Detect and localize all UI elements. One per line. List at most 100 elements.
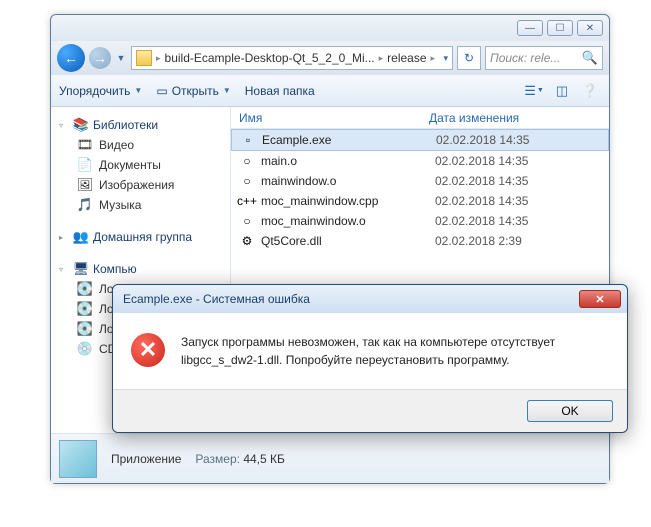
details-pane: Приложение Размер: 44,5 КБ bbox=[51, 433, 609, 483]
file-icon: ○ bbox=[239, 213, 255, 229]
collapse-icon: ▿ bbox=[59, 121, 69, 130]
dialog-title: Ecample.exe - Системная ошибка bbox=[123, 292, 310, 306]
file-name: main.o bbox=[261, 154, 429, 168]
minimize-button[interactable]: — bbox=[517, 20, 543, 36]
file-row[interactable]: ⚙ Qt5Core.dll 02.02.2018 2:39 bbox=[231, 231, 609, 251]
error-icon: ✕ bbox=[131, 333, 165, 367]
breadcrumb-dropdown[interactable]: ▾ bbox=[443, 53, 448, 64]
homegroup-icon: 👥 bbox=[73, 229, 89, 245]
drive-icon: 💽 bbox=[77, 301, 93, 317]
search-icon: 🔍 bbox=[582, 50, 598, 66]
dialog-body: ✕ Запуск программы невозможен, так как н… bbox=[113, 313, 627, 389]
file-row[interactable]: c++ moc_mainwindow.cpp 02.02.2018 14:35 bbox=[231, 191, 609, 211]
file-date: 02.02.2018 2:39 bbox=[435, 234, 522, 248]
column-date[interactable]: Дата изменения bbox=[429, 111, 601, 125]
window-titlebar: — ☐ ✕ bbox=[51, 15, 609, 41]
breadcrumb[interactable]: ▸ build-Ecample-Desktop-Qt_5_2_0_Mi... ▸… bbox=[131, 46, 453, 70]
expand-icon: ▸ bbox=[59, 233, 69, 242]
file-name: moc_mainwindow.o bbox=[261, 214, 429, 228]
refresh-button[interactable]: ↻ bbox=[457, 46, 481, 70]
chevron-right-icon: ▸ bbox=[156, 53, 161, 64]
file-name: mainwindow.o bbox=[261, 174, 429, 188]
sidebar-libraries[interactable]: ▿ 📚 Библиотеки bbox=[55, 115, 226, 135]
breadcrumb-segment[interactable]: build-Ecample-Desktop-Qt_5_2_0_Mi... bbox=[165, 51, 375, 65]
organize-label: Упорядочить bbox=[59, 84, 130, 98]
file-icon: ⚙ bbox=[239, 233, 255, 249]
status-size: Размер: 44,5 КБ bbox=[195, 452, 284, 466]
folder-icon bbox=[136, 50, 152, 66]
file-date: 02.02.2018 14:35 bbox=[435, 194, 528, 208]
status-size-label: Размер: bbox=[195, 452, 240, 466]
nav-forward-button[interactable]: → bbox=[89, 47, 111, 69]
chevron-down-icon: ▼ bbox=[134, 86, 142, 95]
collapse-icon: ▿ bbox=[59, 265, 69, 274]
open-icon: ▭ bbox=[156, 84, 167, 98]
error-dialog: Ecample.exe - Системная ошибка ✕ ✕ Запус… bbox=[112, 284, 628, 433]
file-name: moc_mainwindow.cpp bbox=[261, 194, 429, 208]
sidebar-label: Компью bbox=[93, 262, 137, 276]
computer-icon: 🖥 bbox=[73, 261, 89, 277]
column-headers: Имя Дата изменения bbox=[231, 107, 609, 129]
file-icon: ○ bbox=[239, 153, 255, 169]
libraries-icon: 📚 bbox=[73, 117, 89, 133]
sidebar-label: Домашняя группа bbox=[93, 230, 192, 244]
sidebar-item-pictures[interactable]: 🖼Изображения bbox=[55, 175, 226, 195]
dialog-message: Запуск программы невозможен, так как на … bbox=[181, 333, 609, 369]
file-date: 02.02.2018 14:35 bbox=[435, 214, 528, 228]
sidebar-item-music[interactable]: 🎵 Музыка bbox=[55, 195, 226, 215]
video-icon: 🎞 bbox=[77, 137, 93, 153]
address-bar: ← → ▼ ▸ build-Ecample-Desktop-Qt_5_2_0_M… bbox=[51, 41, 609, 75]
open-button[interactable]: ▭ Открыть ▼ bbox=[156, 84, 230, 98]
dialog-close-button[interactable]: ✕ bbox=[579, 290, 621, 308]
file-icon: c++ bbox=[239, 193, 255, 209]
file-icon: ▫ bbox=[240, 132, 256, 148]
file-row[interactable]: ○ main.o 02.02.2018 14:35 bbox=[231, 151, 609, 171]
file-name: Qt5Core.dll bbox=[261, 234, 429, 248]
pictures-icon: 🖼 bbox=[77, 177, 93, 193]
ok-button[interactable]: OK bbox=[527, 400, 613, 422]
sidebar-computer[interactable]: ▿ 🖥 Компью bbox=[55, 259, 226, 279]
nav-back-button[interactable]: ← bbox=[57, 44, 85, 72]
view-options-button[interactable]: ☰▼ bbox=[523, 81, 545, 101]
file-list: ▫ Ecample.exe 02.02.2018 14:35 ○ main.o 02.02… bbox=[231, 129, 609, 251]
dialog-titlebar: Ecample.exe - Системная ошибка ✕ bbox=[113, 285, 627, 313]
new-folder-button[interactable]: Новая папка bbox=[245, 84, 315, 98]
file-date: 02.02.2018 14:35 bbox=[435, 174, 528, 188]
breadcrumb-segment[interactable]: release bbox=[387, 51, 426, 65]
file-icon: ○ bbox=[239, 173, 255, 189]
file-name: Ecample.exe bbox=[262, 133, 430, 147]
maximize-button[interactable]: ☐ bbox=[547, 20, 573, 36]
file-row[interactable]: ▫ Ecample.exe 02.02.2018 14:35 bbox=[231, 129, 609, 151]
drive-icon: 💽 bbox=[77, 321, 93, 337]
file-thumbnail bbox=[59, 440, 97, 478]
status-type: Приложение bbox=[111, 452, 181, 466]
column-name[interactable]: Имя bbox=[239, 111, 429, 125]
drive-icon: 💽 bbox=[77, 281, 93, 297]
open-label: Открыть bbox=[172, 84, 219, 98]
status-size-value: 44,5 КБ bbox=[243, 452, 285, 466]
organize-menu[interactable]: Упорядочить ▼ bbox=[59, 84, 142, 98]
chevron-down-icon: ▼ bbox=[223, 86, 231, 95]
music-icon: 🎵 bbox=[77, 197, 93, 213]
file-row[interactable]: ○ moc_mainwindow.o 02.02.2018 14:35 bbox=[231, 211, 609, 231]
file-date: 02.02.2018 14:35 bbox=[436, 133, 529, 147]
sidebar-homegroup[interactable]: ▸ 👥 Домашняя группа bbox=[55, 227, 226, 247]
nav-history-dropdown[interactable]: ▼ bbox=[115, 48, 127, 68]
sidebar-item-video[interactable]: 🎞Видео bbox=[55, 135, 226, 155]
search-placeholder: Поиск: rele... bbox=[490, 51, 560, 65]
search-input[interactable]: Поиск: rele... 🔍 bbox=[485, 46, 603, 70]
file-date: 02.02.2018 14:35 bbox=[435, 154, 528, 168]
sidebar-label: Библиотеки bbox=[93, 118, 158, 132]
dialog-footer: OK bbox=[113, 389, 627, 432]
close-button[interactable]: ✕ bbox=[577, 20, 603, 36]
documents-icon: 📄 bbox=[77, 157, 93, 173]
cd-icon: 💿 bbox=[77, 341, 93, 357]
preview-pane-button[interactable]: ◫ bbox=[551, 81, 573, 101]
chevron-right-icon: ▸ bbox=[431, 53, 436, 64]
sidebar-item-label: Музыка bbox=[99, 198, 141, 212]
status-type-label: Приложение bbox=[111, 452, 181, 466]
sidebar-item-label: Документы bbox=[99, 158, 161, 172]
help-button[interactable]: ❔ bbox=[579, 81, 601, 101]
sidebar-item-documents[interactable]: 📄 Документы bbox=[55, 155, 226, 175]
file-row[interactable]: ○ mainwindow.o 02.02.2018 14:35 bbox=[231, 171, 609, 191]
